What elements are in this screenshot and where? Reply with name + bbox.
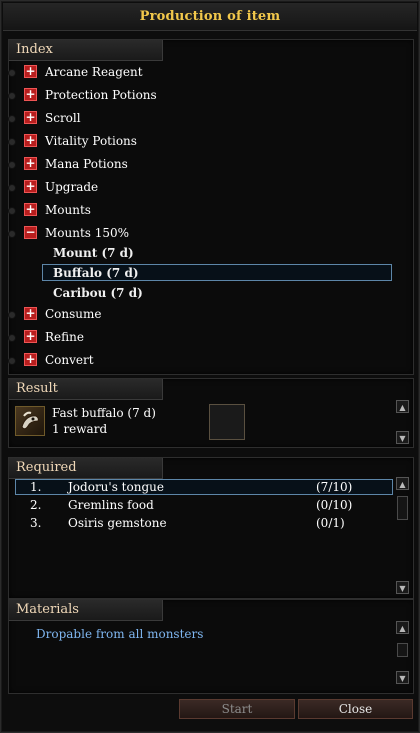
required-name: Osiris gemstone: [68, 516, 167, 530]
scroll-down-icon[interactable]: ▼: [396, 671, 409, 684]
bullet-icon: [8, 357, 16, 365]
index-item-label: Convert: [45, 353, 94, 367]
subitem-buffalo-7d[interactable]: Buffalo (7 d): [53, 266, 139, 280]
expand-plus-icon[interactable]: +: [24, 353, 37, 366]
materials-panel: Materials: [8, 599, 414, 694]
materials-tab: Materials: [9, 600, 163, 621]
production-window: Production of item Index + Arcane Reagen…: [0, 0, 420, 733]
index-item-label: Scroll: [45, 111, 81, 125]
scroll-up-icon[interactable]: ▲: [396, 400, 409, 413]
window-title: Production of item: [139, 9, 281, 24]
expand-plus-icon[interactable]: +: [24, 88, 37, 101]
index-item-label: Mana Potions: [45, 157, 128, 171]
expand-plus-icon[interactable]: +: [24, 330, 37, 343]
result-slot[interactable]: [209, 404, 245, 440]
required-count: (7/10): [316, 480, 353, 494]
title-bar[interactable]: Production of item: [3, 3, 417, 31]
required-name: Jodoru's tongue: [68, 480, 164, 494]
expand-plus-icon[interactable]: +: [24, 65, 37, 78]
required-index: 1.: [30, 480, 42, 494]
scroll-up-icon[interactable]: ▲: [396, 477, 409, 490]
result-scrollbar[interactable]: ▲ ▼: [396, 400, 409, 444]
expand-plus-icon[interactable]: +: [24, 157, 37, 170]
bullet-icon: [8, 161, 16, 169]
required-count: (0/10): [316, 498, 353, 512]
bullet-icon: [8, 184, 16, 192]
scroll-down-icon[interactable]: ▼: [396, 431, 409, 444]
index-item-label: Consume: [45, 307, 102, 321]
materials-text: Dropable from all monsters: [36, 627, 204, 641]
bullet-icon: [8, 334, 16, 342]
expand-plus-icon[interactable]: +: [24, 134, 37, 147]
expand-plus-icon[interactable]: +: [24, 307, 37, 320]
bullet-icon: [8, 69, 16, 77]
expand-plus-icon[interactable]: +: [24, 180, 37, 193]
bullet-icon: [8, 230, 16, 238]
required-tab: Required: [9, 458, 163, 479]
bullet-icon: [8, 138, 16, 146]
close-button[interactable]: Close: [298, 699, 413, 719]
index-item-label: Protection Potions: [45, 88, 157, 102]
required-index: 3.: [30, 516, 42, 530]
scroll-thumb[interactable]: [397, 643, 408, 657]
start-button[interactable]: Start: [179, 699, 295, 719]
result-item-name: Fast buffalo (7 d): [52, 406, 156, 420]
required-count: (0/1): [316, 516, 345, 530]
index-item-label: Upgrade: [45, 180, 99, 194]
index-item-label: Mounts 150%: [45, 226, 130, 240]
expand-plus-icon[interactable]: +: [24, 203, 37, 216]
collapse-minus-icon[interactable]: −: [24, 226, 37, 239]
index-item-label: Refine: [45, 330, 84, 344]
expand-plus-icon[interactable]: +: [24, 111, 37, 124]
scroll-thumb[interactable]: [397, 496, 408, 520]
result-reward-text: 1 reward: [52, 422, 108, 436]
required-index: 2.: [30, 498, 42, 512]
index-item-label: Vitality Potions: [45, 134, 137, 148]
scroll-up-icon[interactable]: ▲: [396, 621, 409, 634]
fast-buffalo-icon[interactable]: [15, 406, 45, 436]
index-tab: Index: [9, 40, 163, 61]
bullet-icon: [8, 115, 16, 123]
required-name: Gremlins food: [68, 498, 154, 512]
bullet-icon: [8, 311, 16, 319]
subitem-mount-7d[interactable]: Mount (7 d): [53, 246, 134, 260]
result-tab: Result: [9, 379, 163, 400]
subitem-caribou-7d[interactable]: Caribou (7 d): [53, 286, 143, 300]
materials-scrollbar[interactable]: ▲ ▼: [396, 621, 409, 691]
bullet-icon: [8, 207, 16, 215]
bullet-icon: [8, 92, 16, 100]
index-item-label: Mounts: [45, 203, 91, 217]
index-item-label: Arcane Reagent: [45, 65, 143, 79]
required-scrollbar[interactable]: ▲ ▼: [396, 477, 409, 595]
scroll-down-icon[interactable]: ▼: [396, 581, 409, 594]
